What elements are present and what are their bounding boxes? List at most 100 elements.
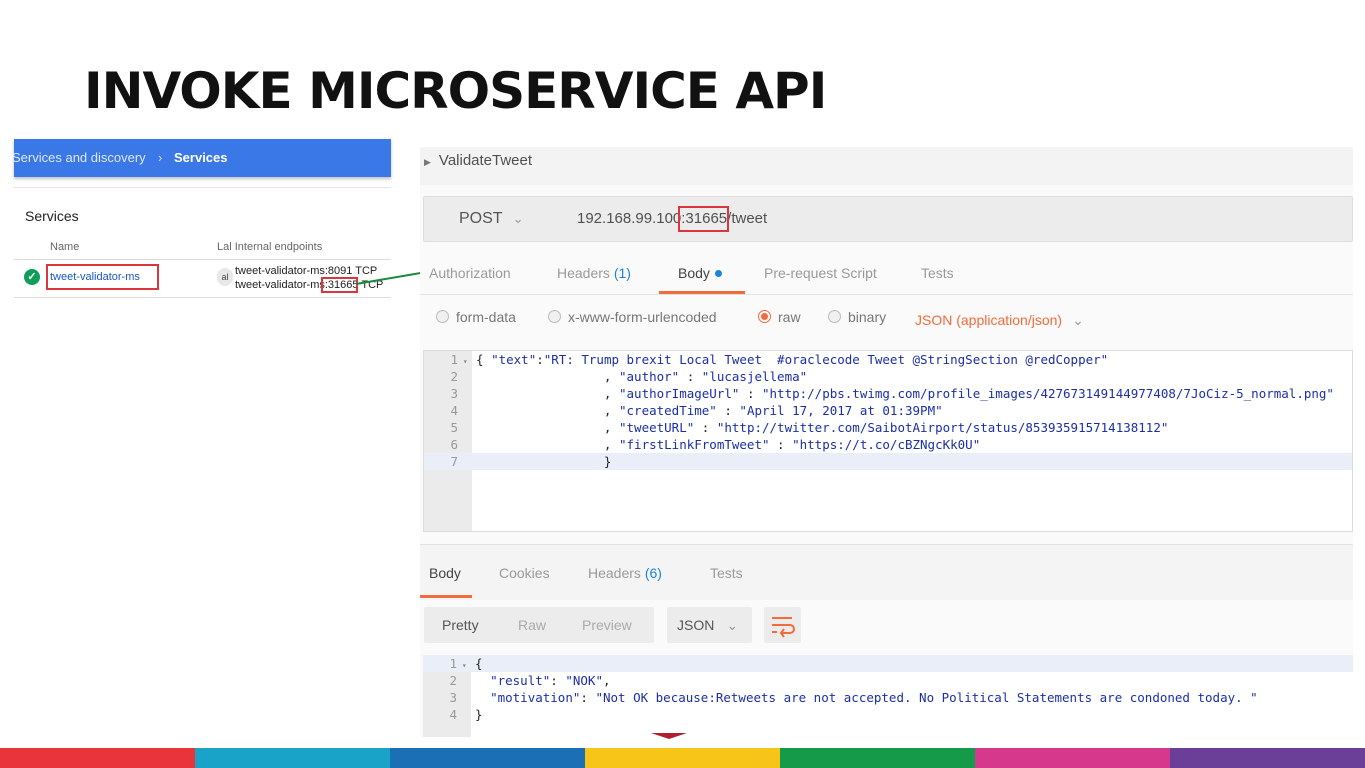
request-body-line: 5 , "tweetURL" : "http://twitter.com/Sai…: [424, 419, 1352, 436]
response-tab-tests[interactable]: Tests: [710, 565, 743, 581]
response-body-line: 4}: [423, 706, 1353, 723]
service-name-highlight-box: [46, 264, 159, 290]
method-select[interactable]: POST ⌄: [459, 210, 523, 228]
code-text: , "createdTime" : "April 17, 2017 at 01:…: [476, 403, 943, 418]
request-name-row[interactable]: ▶ ValidateTweet: [420, 147, 1353, 185]
response-tab-underline: [420, 595, 472, 598]
url-port-highlight-box: [678, 206, 729, 232]
radio-icon: [828, 310, 841, 323]
services-card: Services Name Lal Internal endpoints ✓ t…: [14, 187, 391, 298]
code-text: , "tweetURL" : "http://twitter.com/Saibo…: [476, 420, 1169, 435]
breadcrumb-services: Services: [174, 150, 228, 165]
slide-title: INVOKE MICROSERVICE API: [84, 62, 827, 120]
method-label: POST: [459, 210, 503, 227]
endpoint-1: tweet-validator-ms:8091 TCP: [235, 265, 378, 277]
tab-tests[interactable]: Tests: [921, 265, 954, 281]
view-preview[interactable]: Preview: [582, 617, 632, 633]
response-tabs: Body Cookies Headers (6) Tests: [420, 544, 1353, 600]
content-type-select[interactable]: JSON (application/json) ⌄: [915, 312, 1084, 329]
response-headers-count: (6): [644, 565, 662, 581]
radio-icon: [436, 310, 449, 323]
code-text: "motivation": "Not OK because:Retweets a…: [490, 690, 1258, 705]
tab-headers-label: Headers: [557, 265, 610, 281]
request-body-line: 2 , "author" : "lucasjellema": [424, 368, 1352, 385]
tab-body[interactable]: Body: [678, 265, 722, 281]
radio-raw[interactable]: raw: [758, 309, 801, 325]
footer-stripe-7: [1170, 748, 1365, 768]
column-header-endpoints: Lal Internal endpoints: [217, 241, 323, 253]
code-text: , "author" : "lucasjellema": [476, 369, 808, 384]
response-tab-body[interactable]: Body: [429, 565, 461, 581]
response-view-tabs: Pretty Raw Preview: [424, 607, 654, 643]
tab-headers[interactable]: Headers (1): [557, 265, 631, 281]
url-input[interactable]: 192.168.99.100:31665/tweet: [577, 210, 767, 227]
response-body-viewer[interactable]: 1 ▾{2 "result": "NOK", 3 "motivation": "N…: [423, 655, 1353, 737]
body-type-options: form-data x-www-form-urlencoded raw bina…: [420, 303, 1353, 337]
line-number: 1: [449, 656, 457, 671]
request-body-line: 6 , "firstLinkFromTweet" : "https://t.co…: [424, 436, 1352, 453]
column-header-name: Name: [50, 241, 80, 253]
url-bar: POST ⌄ 192.168.99.100:31665/tweet: [423, 196, 1353, 242]
radio-form-data[interactable]: form-data: [436, 309, 516, 325]
line-number: 2: [449, 673, 457, 688]
endpoint-avatar-icon: al: [217, 268, 233, 286]
footer-stripe-4: [585, 748, 780, 768]
header-divider: [14, 259, 391, 260]
active-tab-underline: [659, 291, 745, 294]
footer-stripe-6: [975, 748, 1170, 768]
tab-headers-count: (1): [613, 265, 631, 281]
tab-body-label: Body: [678, 265, 710, 281]
code-text: }: [475, 707, 483, 722]
response-format-label: JSON: [677, 617, 715, 633]
view-pretty[interactable]: Pretty: [442, 617, 479, 633]
response-body-line: 2 "result": "NOK",: [423, 672, 1353, 689]
chevron-down-icon: ⌄: [726, 617, 739, 633]
row-divider: [14, 297, 391, 298]
services-panel: Services and discovery › Services Servic…: [14, 139, 391, 298]
tab-authorization[interactable]: Authorization: [429, 265, 511, 281]
port-highlight-box: [321, 277, 358, 293]
endpoint-2: tweet-validator-ms:31665 TCP: [235, 279, 384, 291]
footer-stripe-5: [780, 748, 975, 768]
footer-stripe-2: [195, 748, 390, 768]
line-number: 6: [450, 437, 458, 452]
view-raw[interactable]: Raw: [518, 617, 546, 633]
request-name: ValidateTweet: [438, 152, 533, 169]
code-text: }: [476, 454, 612, 469]
radio-binary[interactable]: binary: [828, 309, 886, 325]
line-number: 7: [450, 454, 458, 469]
postman-window: ▶ ValidateTweet POST ⌄ 192.168.99.100:3166…: [420, 147, 1353, 737]
radio-binary-label: binary: [848, 309, 887, 325]
line-number: 2: [450, 369, 458, 384]
modified-dot-icon: [714, 270, 722, 277]
line-number: 4: [450, 403, 458, 418]
request-body-line: 1 ▾{ "text":"RT: Trump brexit Local Twee…: [424, 351, 1352, 368]
footer-stripe-1: [0, 748, 195, 768]
code-text: , "firstLinkFromTweet" : "https://t.co/c…: [476, 437, 981, 452]
breadcrumb-services-and-discovery[interactable]: Services and discovery: [14, 139, 146, 177]
radio-urlencoded[interactable]: x-www-form-urlencoded: [548, 309, 717, 325]
radio-form-data-label: form-data: [456, 309, 516, 325]
response-body-line: 3 "motivation": "Not OK because:Retweets…: [423, 689, 1353, 706]
tab-prerequest-script[interactable]: Pre-request Script: [764, 265, 877, 281]
response-tab-headers-label: Headers: [588, 565, 641, 581]
response-format-select[interactable]: JSON ⌄: [667, 607, 752, 643]
content-type-label: JSON (application/json): [915, 312, 1063, 328]
code-text: {: [475, 656, 483, 671]
code-text: , "authorImageUrl" : "http://pbs.twimg.c…: [476, 386, 1334, 401]
response-tab-headers[interactable]: Headers (6): [588, 565, 662, 581]
footer-color-stripe: [0, 748, 1365, 768]
line-number: 3: [450, 386, 458, 401]
expand-triangle-icon[interactable]: ▶: [424, 157, 431, 167]
code-text: { "text":"RT: Trump brexit Local Tweet #…: [476, 352, 1109, 367]
radio-urlencoded-label: x-www-form-urlencoded: [568, 309, 717, 325]
radio-raw-label: raw: [778, 309, 801, 325]
line-number: 1: [450, 352, 458, 367]
response-tab-cookies[interactable]: Cookies: [499, 565, 550, 581]
breadcrumb-chevron-icon: ›: [158, 150, 163, 165]
line-number: 4: [449, 707, 457, 722]
request-body-editor[interactable]: 1 ▾{ "text":"RT: Trump brexit Local Twee…: [423, 350, 1353, 532]
request-tabs: Authorization Headers (1) Body Pre-reque…: [420, 253, 1353, 295]
wrap-lines-button[interactable]: [764, 607, 801, 643]
radio-selected-icon: [758, 310, 771, 323]
